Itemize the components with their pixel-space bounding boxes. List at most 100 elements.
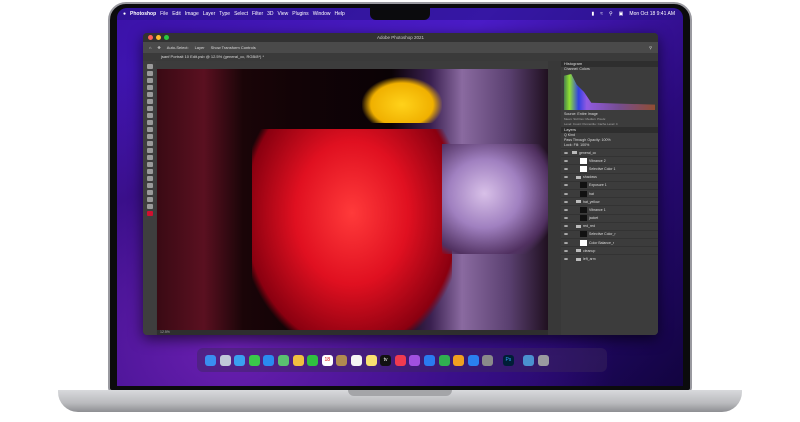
blur-tool-icon[interactable] xyxy=(146,155,153,160)
dock-calendar-icon[interactable]: 18 xyxy=(321,354,333,366)
clock[interactable]: Mon Oct 18 9:41 AM xyxy=(629,11,675,17)
home-icon[interactable]: ⌂ xyxy=(149,45,151,50)
dock-podcasts-icon[interactable] xyxy=(409,354,421,366)
quick-select-tool-icon[interactable] xyxy=(146,85,153,90)
menu-edit[interactable]: Edit xyxy=(172,11,181,17)
menu-filter[interactable]: Filter xyxy=(252,11,263,17)
visibility-eye-icon[interactable] xyxy=(564,184,568,187)
apple-icon[interactable]: ● xyxy=(123,11,126,17)
layer-row[interactable]: Selective Color_r xyxy=(561,229,658,238)
dock-pages-icon[interactable] xyxy=(453,354,465,366)
dock-safari-icon[interactable] xyxy=(234,354,246,366)
marquee-tool-icon[interactable] xyxy=(146,71,153,76)
visibility-eye-icon[interactable] xyxy=(564,176,568,179)
visibility-eye-icon[interactable] xyxy=(564,249,568,252)
menu-help[interactable]: Help xyxy=(334,11,344,17)
hand-tool-icon[interactable] xyxy=(146,197,153,202)
dock-system-preferences-icon[interactable] xyxy=(482,354,494,366)
dock-trash-icon[interactable] xyxy=(538,354,550,366)
foreground-color-swatch[interactable] xyxy=(146,211,153,216)
layer-row[interactable]: Exposure 1 xyxy=(561,180,658,189)
auto-select-checkbox[interactable]: Auto-Select: xyxy=(167,45,189,50)
document-canvas[interactable] xyxy=(157,69,548,335)
dock-finder-icon[interactable] xyxy=(205,354,216,366)
layer-row[interactable]: Selective Color 1 xyxy=(561,164,658,172)
menu-image[interactable]: Image xyxy=(185,11,199,17)
menu-window[interactable]: Window xyxy=(313,11,331,17)
dock-mail-icon[interactable] xyxy=(263,354,275,366)
layer-row[interactable]: cleanup xyxy=(561,246,658,254)
menu-layer[interactable]: Layer xyxy=(203,11,216,17)
layer-row[interactable]: jacket xyxy=(561,213,658,222)
layer-row[interactable]: Vibrance 2 xyxy=(561,156,658,164)
menu-view[interactable]: View xyxy=(278,11,289,17)
layer-row[interactable]: hat xyxy=(561,188,658,197)
dock-launchpad-icon[interactable] xyxy=(219,354,231,366)
dock-numbers-icon[interactable] xyxy=(438,354,450,366)
menu-app-name[interactable]: Photoshop xyxy=(130,11,156,17)
dock-photoshop-icon[interactable]: Ps xyxy=(502,354,514,366)
visibility-eye-icon[interactable] xyxy=(564,217,568,220)
visibility-eye-icon[interactable] xyxy=(564,159,568,162)
path-select-icon[interactable] xyxy=(146,183,153,188)
history-brush-icon[interactable] xyxy=(146,134,153,139)
control-center-icon[interactable]: ▣ xyxy=(619,11,624,17)
layer-row[interactable]: shadows xyxy=(561,172,658,181)
layer-row[interactable]: general_cc xyxy=(561,148,658,156)
menu-file[interactable]: File xyxy=(160,11,168,17)
crop-tool-icon[interactable] xyxy=(146,92,153,97)
visibility-eye-icon[interactable] xyxy=(564,151,568,154)
channel-dropdown[interactable]: Colors xyxy=(579,67,589,71)
shape-tool-icon[interactable] xyxy=(146,190,153,195)
dock-music-icon[interactable] xyxy=(394,354,406,366)
wifi-icon[interactable]: ≈ xyxy=(600,11,603,17)
document-tab[interactable]: jsanf Portrait 10 Edit.psb @ 12.5% (gene… xyxy=(143,53,658,61)
dock-downloads-folder-icon[interactable] xyxy=(523,354,535,366)
zoom-tool-icon[interactable] xyxy=(146,204,153,209)
dock-notes-icon[interactable] xyxy=(365,354,377,366)
menu-type[interactable]: Type xyxy=(219,11,230,17)
opacity-field[interactable]: Opacity: 100% xyxy=(587,138,610,142)
layer-row[interactable]: red_red xyxy=(561,221,658,230)
healing-tool-icon[interactable] xyxy=(146,113,153,118)
lasso-tool-icon[interactable] xyxy=(146,78,153,83)
dock-facetime-icon[interactable] xyxy=(307,354,319,366)
dock-contacts-icon[interactable] xyxy=(336,354,348,366)
gradient-tool-icon[interactable] xyxy=(146,148,153,153)
brush-tool-icon[interactable] xyxy=(146,120,153,125)
visibility-eye-icon[interactable] xyxy=(564,258,568,261)
visibility-eye-icon[interactable] xyxy=(564,192,568,195)
fill-field[interactable]: Fill: 100% xyxy=(574,143,590,147)
move-tool-icon[interactable]: ✥ xyxy=(157,45,160,50)
visibility-eye-icon[interactable] xyxy=(564,167,568,170)
menu-select[interactable]: Select xyxy=(234,11,248,17)
blend-mode-dropdown[interactable]: Pass Through xyxy=(564,138,586,142)
dock-reminders-icon[interactable] xyxy=(350,354,362,366)
menu-plugins[interactable]: Plugins xyxy=(292,11,308,17)
visibility-eye-icon[interactable] xyxy=(564,208,568,211)
layer-row[interactable]: Color Balance_r xyxy=(561,238,658,246)
dock-app-store-icon[interactable] xyxy=(467,354,479,366)
battery-icon[interactable]: ▮ xyxy=(591,11,594,17)
layer-filter-dropdown[interactable]: Q Kind xyxy=(564,133,575,137)
dock-photos-icon[interactable] xyxy=(292,354,304,366)
dodge-tool-icon[interactable] xyxy=(146,162,153,167)
visibility-eye-icon[interactable] xyxy=(564,241,568,244)
dock-messages-icon[interactable] xyxy=(248,354,260,366)
visibility-eye-icon[interactable] xyxy=(564,233,568,236)
menu-3d[interactable]: 3D xyxy=(267,11,273,17)
layer-select-dropdown[interactable]: Layer xyxy=(195,45,205,50)
spotlight-icon[interactable]: ⚲ xyxy=(609,11,613,17)
dock-tv-icon[interactable]: tv xyxy=(380,354,392,366)
pen-tool-icon[interactable] xyxy=(146,169,153,174)
eraser-tool-icon[interactable] xyxy=(146,141,153,146)
layer-row[interactable]: left_arm xyxy=(561,254,658,262)
show-transform-checkbox[interactable]: Show Transform Controls xyxy=(211,45,256,50)
eyedropper-tool-icon[interactable] xyxy=(146,106,153,111)
visibility-eye-icon[interactable] xyxy=(564,200,568,203)
type-tool-icon[interactable] xyxy=(146,176,153,181)
search-icon[interactable]: ⚲ xyxy=(649,45,658,50)
dock-maps-icon[interactable] xyxy=(277,354,289,366)
move-tool-icon[interactable] xyxy=(146,64,153,69)
frame-tool-icon[interactable] xyxy=(146,99,153,104)
